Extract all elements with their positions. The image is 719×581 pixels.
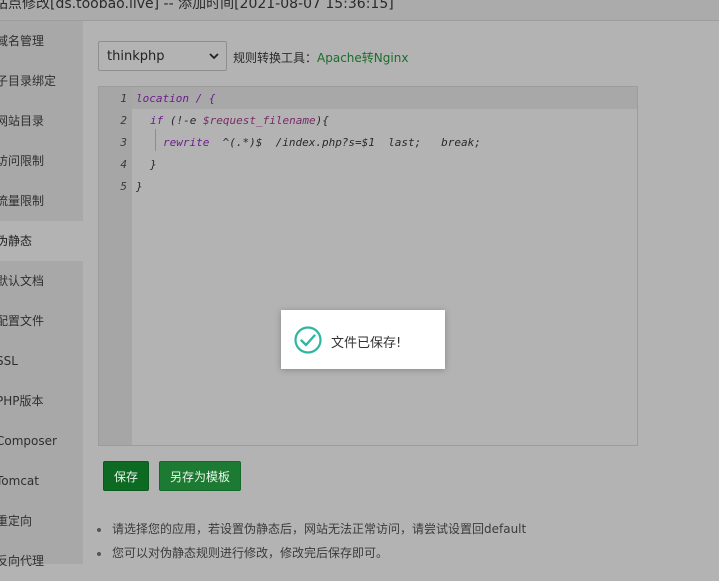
sidebar-item-composer[interactable]: Composer	[0, 421, 83, 461]
toast-text: 文件已保存!	[331, 336, 402, 351]
sidebar-item-config-file[interactable]: 配置文件	[0, 301, 83, 341]
sidebar-item-php-version[interactable]: PHP版本	[0, 381, 83, 421]
code-line: location / {	[136, 92, 215, 105]
code-editor[interactable]: 1 2 3 4 5 location / { if (!-e $request_…	[98, 86, 638, 446]
sidebar-item-label: SSL	[0, 354, 18, 368]
sidebar-item-label: PHP版本	[0, 394, 44, 408]
sidebar-item-ssl[interactable]: SSL	[0, 341, 83, 381]
window-title-bar: 站点修改[ds.toobao.live] -- 添加时间[2021-08-07 …	[0, 0, 719, 21]
save-as-template-button[interactable]: 另存为模板	[159, 461, 241, 491]
apache-to-nginx-link[interactable]: Apache转Nginx	[317, 51, 408, 65]
sidebar-item-subdir[interactable]: 子目录绑定	[0, 61, 83, 101]
sidebar-item-label: 流量限制	[0, 194, 45, 208]
sidebar-item-label: 网站目录	[0, 114, 45, 128]
sidebar-item-redirect[interactable]: 重定向	[0, 501, 83, 541]
code-line: rewrite ^(.*)$ /index.php?s=$1 last; bre…	[163, 136, 481, 149]
line-number: 3	[120, 136, 127, 149]
code-text: (!-e	[163, 114, 203, 127]
indent-guide	[155, 129, 156, 151]
sidebar-item-label: 默认文档	[0, 274, 45, 288]
code-keyword: rewrite	[163, 136, 210, 149]
sidebar-item-label: 访问限制	[0, 154, 45, 168]
sidebar-item-default-doc[interactable]: 默认文档	[0, 261, 83, 301]
save-button[interactable]: 保存	[103, 461, 149, 491]
check-circle-icon	[294, 326, 322, 354]
sidebar-item-reverse-proxy[interactable]: 反向代理	[0, 541, 83, 581]
sidebar-item-label: 配置文件	[0, 314, 45, 328]
sidebar-item-label: 子目录绑定	[0, 74, 57, 88]
bullet-icon	[97, 527, 101, 532]
code-text: ){	[315, 114, 329, 127]
sidebar-item-tomcat[interactable]: Tomcat	[0, 461, 83, 501]
rewrite-tool: 规则转换工具：Apache转Nginx	[233, 49, 408, 66]
sidebar-item-label: Composer	[0, 434, 57, 448]
code-variable: $request_filename	[203, 114, 316, 127]
sidebar-item-access-limit[interactable]: 访问限制	[0, 141, 83, 181]
sidebar-item-label: 域名管理	[0, 34, 45, 48]
chevron-down-icon	[209, 53, 219, 60]
rewrite-template-select[interactable]: thinkphp	[98, 41, 227, 71]
tip-text: 请选择您的应用，若设置伪静态后，网站无法正常访问，请尝试设置回default	[112, 522, 527, 536]
line-number: 5	[120, 180, 127, 193]
code-text: }	[150, 158, 157, 171]
line-number: 1	[120, 92, 127, 105]
tip-item: 请选择您的应用，若设置伪静态后，网站无法正常访问，请尝试设置回default	[97, 520, 526, 537]
code-keyword: if	[150, 114, 164, 127]
rewrite-template-value: thinkphp	[107, 49, 165, 64]
code-line: }	[136, 180, 143, 193]
code-text: ^(.*)$ /index.php?s=$1 last; break;	[209, 136, 481, 149]
window-title: 站点修改[ds.toobao.live] -- 添加时间[2021-08-07 …	[0, 0, 394, 12]
tip-text: 您可以对伪静态规则进行修改，修改完后保存即可。	[112, 546, 389, 560]
sidebar-item-label: 重定向	[0, 514, 33, 528]
line-number: 2	[120, 114, 127, 127]
sidebar-item-site-dir[interactable]: 网站目录	[0, 101, 83, 141]
sidebar-item-label: 反向代理	[0, 554, 45, 568]
rewrite-tool-label: 规则转换工具：	[233, 51, 318, 65]
sidebar-item-label: 伪静态	[0, 234, 33, 248]
sidebar-item-domain[interactable]: 域名管理	[0, 21, 83, 61]
tip-item: 您可以对伪静态规则进行修改，修改完后保存即可。	[97, 544, 388, 561]
bullet-icon	[97, 551, 101, 556]
sidebar: 域名管理 子目录绑定 网站目录 访问限制 流量限制 伪静态 默认文档 配置文件 …	[0, 21, 83, 568]
code-text: location / {	[136, 92, 216, 105]
code-text: }	[136, 180, 143, 193]
line-number: 4	[120, 158, 127, 171]
sidebar-item-label: Tomcat	[0, 474, 39, 488]
code-line: if (!-e $request_filename){	[150, 114, 329, 127]
sidebar-item-rewrite[interactable]: 伪静态	[0, 221, 83, 261]
toast-message: 文件已保存!	[281, 310, 445, 369]
sidebar-item-traffic-limit[interactable]: 流量限制	[0, 181, 83, 221]
code-line: }	[150, 158, 157, 171]
